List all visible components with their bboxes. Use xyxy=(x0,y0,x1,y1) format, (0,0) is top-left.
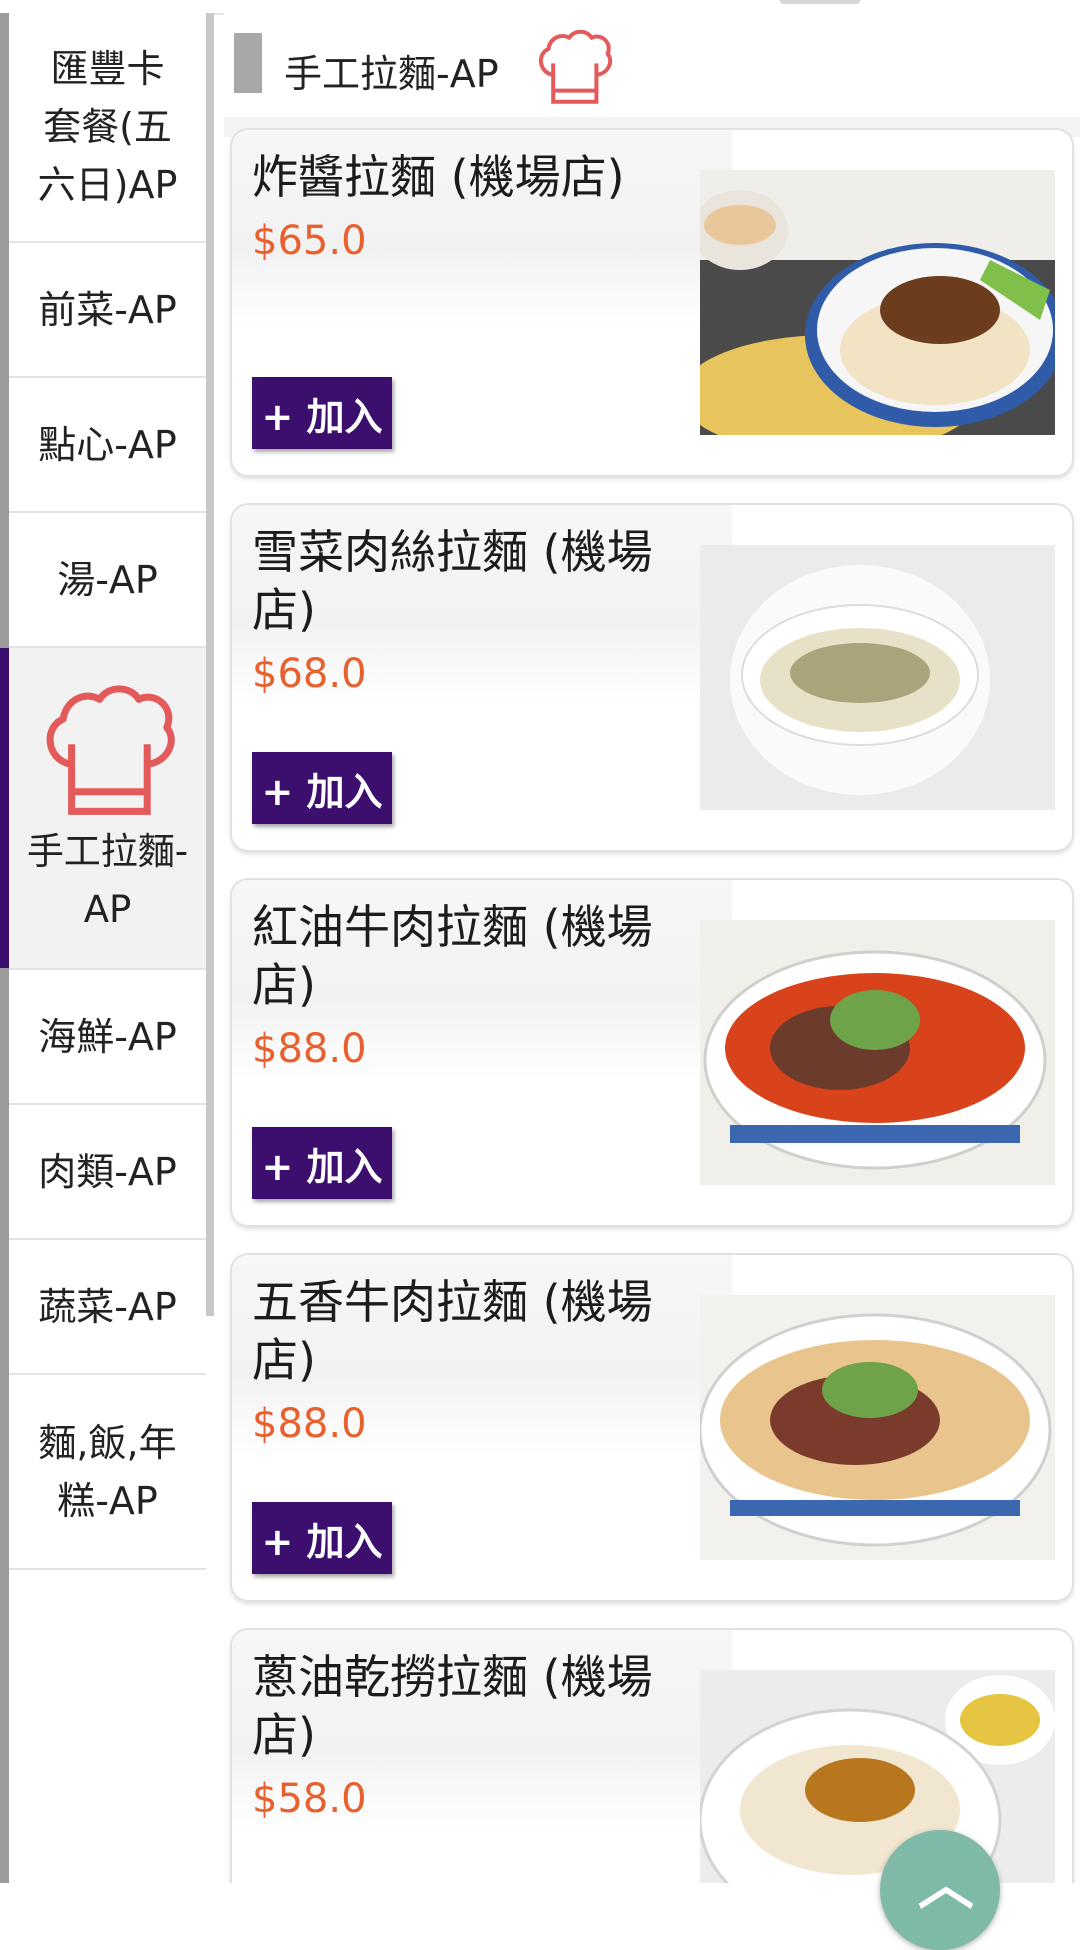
sidebar-item-noodles-rice[interactable]: 麵,飯,年糕-AP xyxy=(9,1375,206,1570)
add-button[interactable]: + 加入 xyxy=(252,752,392,824)
item-photo[interactable] xyxy=(700,920,1055,1185)
chef-hat-icon xyxy=(539,29,613,104)
menu-item-card[interactable]: 五香牛肉拉麵 (機場店) $88.0 + 加入 xyxy=(232,1255,1072,1600)
drag-handle[interactable] xyxy=(780,0,860,4)
item-name: 五香牛肉拉麵 (機場店) xyxy=(252,1275,653,1387)
sidebar-item-label: 手工拉麵-AP xyxy=(26,830,189,931)
sidebar-item-label: 麵,飯,年糕-AP xyxy=(38,1420,177,1523)
sidebar-item-label: 肉類-AP xyxy=(38,1149,177,1194)
item-price: $88.0 xyxy=(252,1026,367,1072)
sidebar-item-appetizers[interactable]: 前菜-AP xyxy=(9,243,206,378)
menu-item-card[interactable]: 雪菜肉絲拉麵 (機場店) $68.0 + 加入 xyxy=(232,505,1072,850)
sidebar-item-dim-sum[interactable]: 點心-AP xyxy=(9,378,206,513)
item-price: $68.0 xyxy=(252,651,367,697)
menu-item-card[interactable]: 紅油牛肉拉麵 (機場店) $88.0 + 加入 xyxy=(232,880,1072,1225)
sidebar-item-vegetables[interactable]: 蔬菜-AP xyxy=(9,1240,206,1375)
item-name: 炸醬拉麵 (機場店) xyxy=(252,150,625,204)
item-price: $58.0 xyxy=(252,1776,367,1822)
menu-item-card[interactable]: 炸醬拉麵 (機場店) $65.0 + 加入 xyxy=(232,130,1072,475)
sidebar-item-soup[interactable]: 湯-AP xyxy=(9,513,206,648)
item-photo[interactable] xyxy=(700,170,1055,435)
chevron-up-icon: ︿ xyxy=(918,1853,974,1918)
sidebar-item-label: 前菜-AP xyxy=(38,287,177,332)
scroll-top-button[interactable]: ︿ xyxy=(880,1830,1000,1950)
item-price: $65.0 xyxy=(252,218,367,264)
item-photo[interactable] xyxy=(700,1295,1055,1560)
item-photo[interactable] xyxy=(700,545,1055,810)
sidebar-item-hand-pulled-noodles[interactable]: 手工拉麵-AP xyxy=(0,648,206,970)
section-title: 手工拉麵-AP xyxy=(284,52,499,96)
add-button[interactable]: + 加入 xyxy=(252,377,392,449)
sidebar-item-label: 匯豐卡套餐(五六日)AP xyxy=(37,47,178,207)
menu-content: 手工拉麵-AP 炸醬拉麵 (機場店) $65.0 + 加入 雪菜肉絲拉麵 (機場… xyxy=(214,13,1080,1883)
section-header: 手工拉麵-AP xyxy=(224,13,1080,117)
active-indicator xyxy=(0,648,9,968)
item-name: 蔥油乾撈拉麵 (機場店) xyxy=(252,1650,653,1762)
sidebar-item-label: 湯-AP xyxy=(57,557,158,602)
add-button[interactable]: + 加入 xyxy=(252,1127,392,1199)
chef-hat-icon xyxy=(46,685,175,815)
item-name: 紅油牛肉拉麵 (機場店) xyxy=(252,900,653,1012)
sidebar-item-label: 蔬菜-AP xyxy=(38,1284,177,1329)
add-button[interactable]: + 加入 xyxy=(252,1502,392,1574)
item-name: 雪菜肉絲拉麵 (機場店) xyxy=(252,525,653,637)
section-marker xyxy=(234,33,262,93)
sidebar-item-hsbc-set[interactable]: 匯豐卡套餐(五六日)AP xyxy=(9,13,206,243)
sidebar-scrollbar[interactable] xyxy=(206,13,214,1316)
sidebar-item-seafood[interactable]: 海鮮-AP xyxy=(9,970,206,1105)
sidebar-item-meat[interactable]: 肉類-AP xyxy=(9,1105,206,1240)
category-sidebar: 匯豐卡套餐(五六日)AP 前菜-AP 點心-AP 湯-AP 手工拉麵-AP 海鮮… xyxy=(0,13,214,1883)
sidebar-item-label: 點心-AP xyxy=(38,422,177,467)
sidebar-item-label: 海鮮-AP xyxy=(38,1014,177,1059)
item-photo[interactable] xyxy=(700,1670,1055,1883)
item-price: $88.0 xyxy=(252,1401,367,1447)
